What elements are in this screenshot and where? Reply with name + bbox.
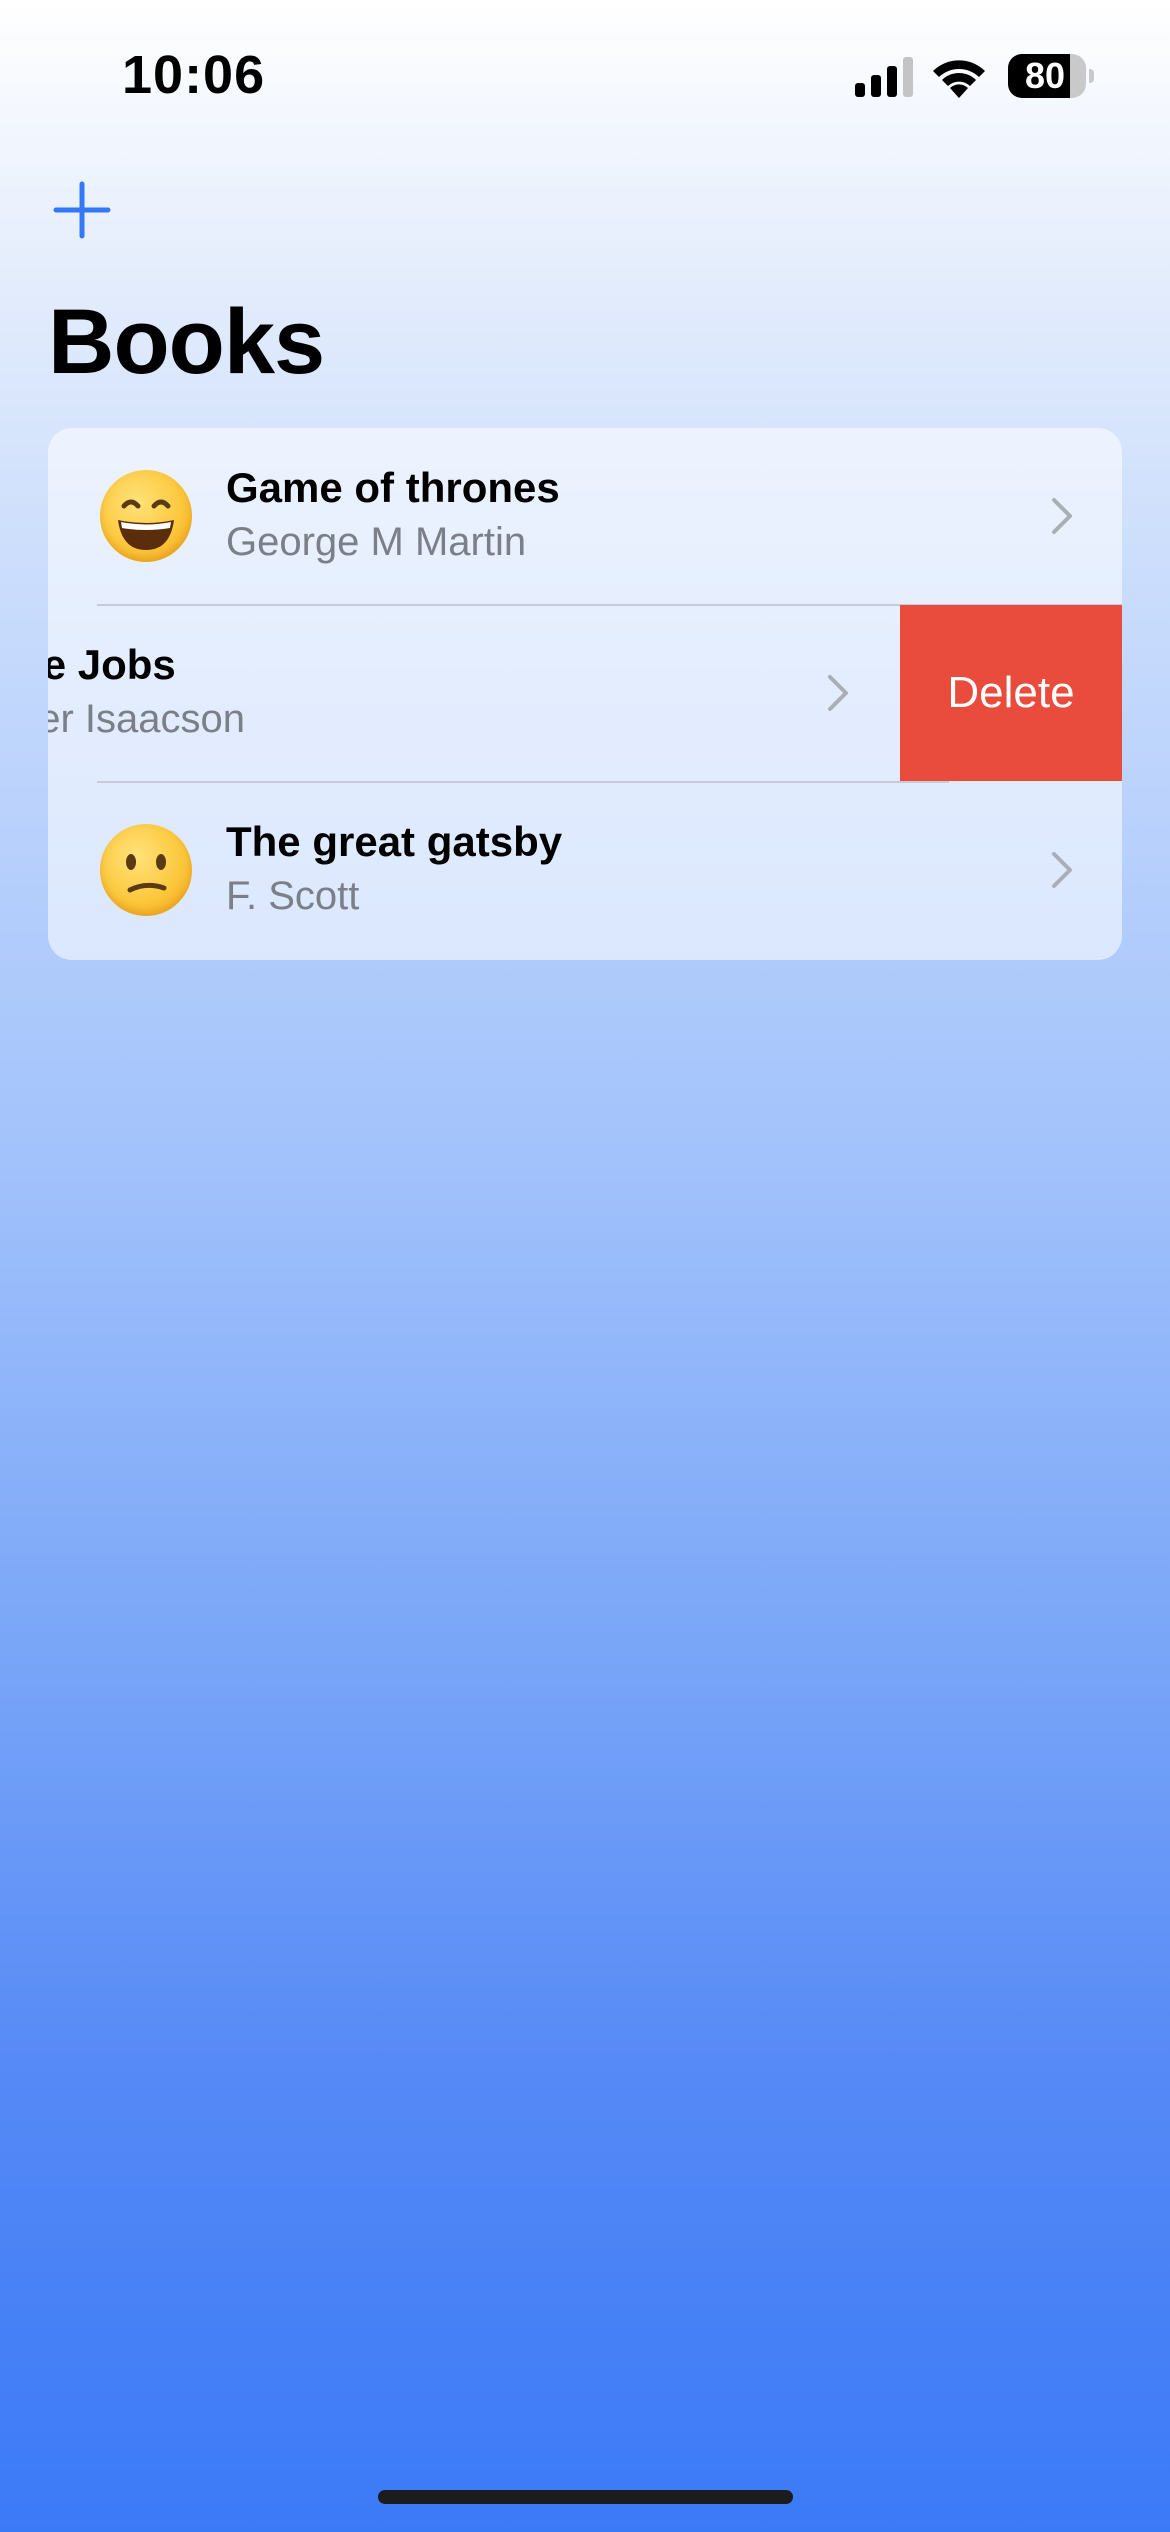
wifi-icon	[933, 60, 985, 98]
book-title: The great gatsby	[226, 818, 563, 865]
list-item-swiped[interactable]: eve Jobs alter Isaacson Delete	[48, 605, 1122, 781]
book-list: Game of thrones George M Martin eve Jobs…	[48, 428, 1122, 960]
home-indicator[interactable]	[378, 2490, 793, 2504]
book-author: F. Scott	[226, 874, 360, 918]
book-author: alter Isaacson	[48, 697, 246, 741]
confused-face-icon	[100, 824, 192, 916]
chevron-right-icon	[1052, 852, 1072, 888]
list-item-game-of-thrones[interactable]: Game of thrones George M Martin	[48, 428, 1122, 604]
book-author: George M Martin	[226, 520, 527, 564]
book-title: eve Jobs	[48, 641, 176, 688]
page-title: Books	[48, 291, 325, 393]
delete-button[interactable]: Delete	[900, 605, 1122, 781]
battery-level: 80	[1024, 55, 1066, 96]
battery-icon: 80	[1008, 54, 1094, 98]
grinning-face-icon	[100, 470, 192, 562]
chevron-right-icon	[1052, 498, 1072, 534]
status-time: 10:06	[122, 45, 266, 105]
list-item-the-great-gatsby[interactable]: The great gatsby F. Scott	[48, 782, 1122, 958]
book-title: Game of thrones	[226, 464, 560, 511]
status-bar: 10:06 80	[0, 0, 1170, 150]
chevron-right-icon	[828, 675, 848, 711]
add-book-button[interactable]	[52, 180, 112, 240]
signal-icon	[855, 57, 913, 97]
